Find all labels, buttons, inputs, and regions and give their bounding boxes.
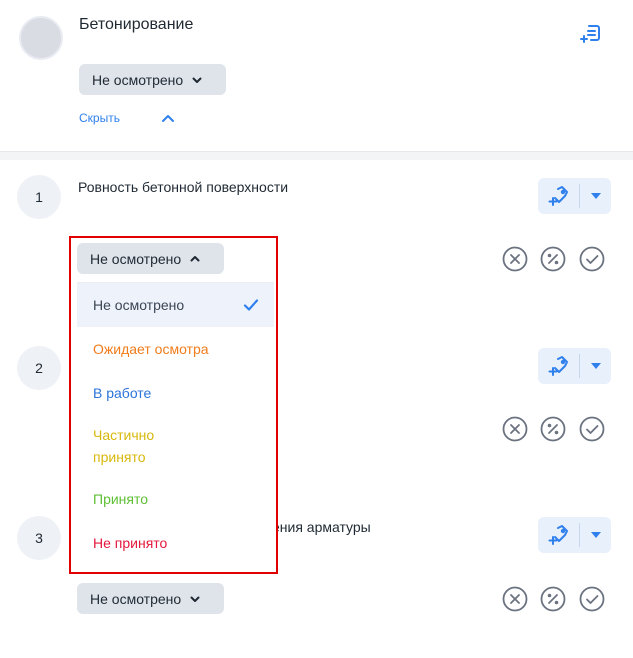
add-tag-button[interactable] xyxy=(538,348,579,384)
item-action-split-button xyxy=(538,178,611,214)
item-title: ения арматуры xyxy=(272,519,371,535)
item-number-badge: 1 xyxy=(17,175,61,219)
status-option-awaiting-inspection[interactable]: Ожидает осмотра xyxy=(77,327,274,371)
add-tag-button[interactable] xyxy=(538,178,579,214)
chevron-down-icon xyxy=(191,74,203,86)
percent-circle-icon[interactable] xyxy=(540,586,566,612)
add-tag-icon xyxy=(548,186,568,206)
add-tag-icon xyxy=(548,356,568,376)
caret-down-icon xyxy=(590,363,601,369)
item-title: Ровность бетонной поверхности xyxy=(78,179,289,195)
status-dropdown: Не осмотрено Не осмотрено Ожидает осмотр… xyxy=(71,238,276,572)
action-dropdown-button[interactable] xyxy=(580,178,611,214)
item-status-select-open[interactable]: Не осмотрено xyxy=(77,243,224,274)
x-circle-icon[interactable] xyxy=(502,586,528,612)
status-option-partially-accepted[interactable]: Частично принято xyxy=(77,415,274,477)
action-dropdown-button[interactable] xyxy=(580,517,611,553)
action-dropdown-button[interactable] xyxy=(580,348,611,384)
item-number-badge: 2 xyxy=(17,346,61,390)
percent-circle-icon[interactable] xyxy=(540,246,566,272)
section-title: Бетонирование xyxy=(79,16,194,33)
status-option-in-progress[interactable]: В работе xyxy=(77,371,274,415)
item-status-select[interactable]: Не осмотрено xyxy=(77,583,224,614)
status-option-not-inspected[interactable]: Не осмотрено xyxy=(77,283,274,327)
item-number-badge: 3 xyxy=(17,516,61,560)
add-report-button[interactable] xyxy=(576,20,606,50)
percent-circle-icon[interactable] xyxy=(540,416,566,442)
item-action-split-button xyxy=(538,348,611,384)
status-option-accepted[interactable]: Принято xyxy=(77,477,274,521)
section-status-select[interactable]: Не осмотрено xyxy=(79,64,226,95)
check-circle-icon[interactable] xyxy=(579,416,605,442)
avatar xyxy=(19,16,63,60)
section-status-label: Не осмотрено xyxy=(92,71,184,88)
item-action-split-button xyxy=(538,517,611,553)
status-menu: Не осмотрено Ожидает осмотра В работе Ча… xyxy=(77,282,274,565)
x-circle-icon[interactable] xyxy=(502,246,528,272)
add-tag-button[interactable] xyxy=(538,517,579,553)
x-circle-icon[interactable] xyxy=(502,416,528,442)
item-status-label: Не осмотрено xyxy=(90,250,182,267)
report-plus-icon xyxy=(580,25,600,43)
caret-down-icon xyxy=(590,532,601,538)
add-tag-icon xyxy=(548,525,568,545)
chevron-up-icon[interactable] xyxy=(160,111,176,127)
chevron-down-icon xyxy=(189,593,201,605)
check-circle-icon[interactable] xyxy=(579,246,605,272)
header-card: Бетонирование Не осмотрено Скрыть xyxy=(0,0,633,152)
hide-link[interactable]: Скрыть xyxy=(79,111,120,125)
check-circle-icon[interactable] xyxy=(579,586,605,612)
caret-down-icon xyxy=(590,193,601,199)
checkmark-icon xyxy=(243,299,259,311)
item-status-label: Не осмотрено xyxy=(90,590,182,607)
chevron-up-icon xyxy=(189,253,201,265)
status-option-rejected[interactable]: Не принято xyxy=(77,521,274,565)
